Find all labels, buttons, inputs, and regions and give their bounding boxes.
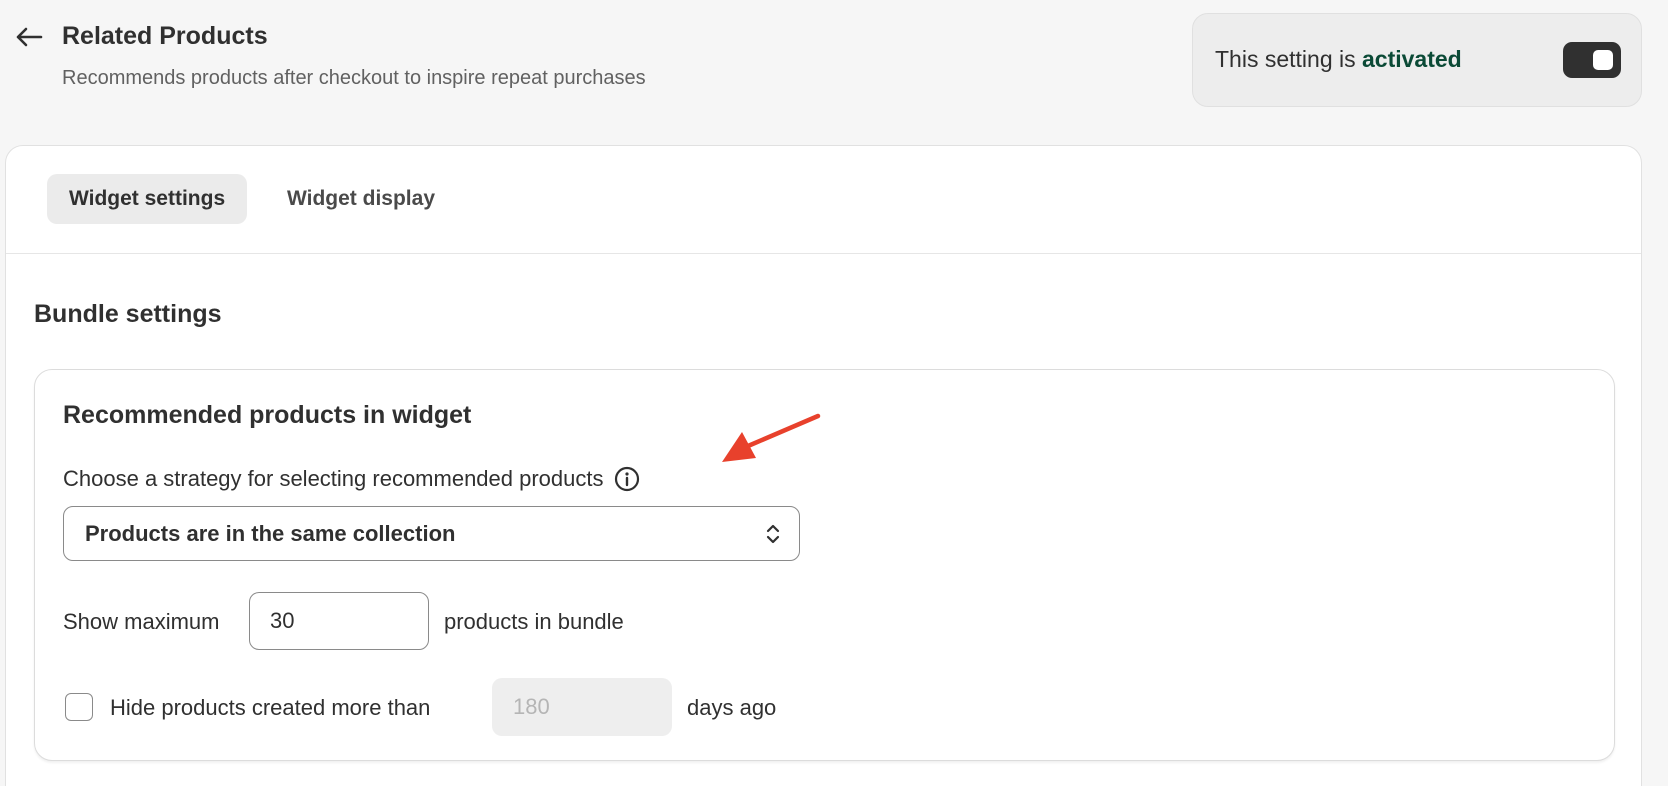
max-products-row: Show maximum 30 products in bundle: [63, 592, 763, 650]
tab-widget-settings[interactable]: Widget settings: [47, 174, 248, 224]
strategy-label: Choose a strategy for selecting recommen…: [63, 466, 604, 491]
status-value: activated: [1362, 46, 1462, 72]
page: Related Products Recommends products aft…: [0, 0, 1668, 786]
strategy-select[interactable]: Products are in the same collection: [63, 506, 800, 561]
max-products-input[interactable]: 30: [249, 592, 429, 650]
max-products-label: Show maximum: [63, 609, 220, 634]
days-suffix: days ago: [687, 695, 777, 720]
status-text-prefix: This setting is: [1215, 46, 1362, 72]
status-text: This setting is activated: [1215, 46, 1462, 73]
strategy-select-value: Products are in the same collection: [85, 520, 456, 546]
tab-bar: Widget settings Widget display: [6, 146, 1641, 254]
info-circle-icon[interactable]: [614, 466, 640, 492]
days-input: 180: [492, 678, 672, 736]
section-title: Bundle settings: [34, 300, 222, 328]
tab-widget-display[interactable]: Widget display: [265, 174, 457, 224]
activation-toggle[interactable]: [1563, 42, 1621, 78]
chevron-up-down-icon: [766, 524, 780, 544]
toggle-knob: [1593, 50, 1613, 70]
hide-old-products-label: Hide products created more than: [110, 695, 431, 720]
strategy-label-row: Choose a strategy for selecting recommen…: [63, 466, 640, 492]
card-title: Recommended products in widget: [63, 401, 472, 429]
page-title: Related Products: [62, 22, 268, 50]
hide-old-products-checkbox[interactable]: [65, 693, 93, 721]
back-button[interactable]: [12, 20, 46, 54]
arrow-left-icon: [16, 27, 43, 47]
activation-status-box: This setting is activated: [1192, 13, 1642, 107]
page-subtitle: Recommends products after checkout to in…: [62, 67, 646, 89]
max-products-suffix: products in bundle: [444, 609, 624, 634]
recommended-products-card: Recommended products in widget Choose a …: [34, 369, 1615, 761]
hide-old-products-row: Hide products created more than 180 days…: [63, 678, 813, 736]
settings-card: Widget settings Widget display Bundle se…: [5, 145, 1642, 786]
